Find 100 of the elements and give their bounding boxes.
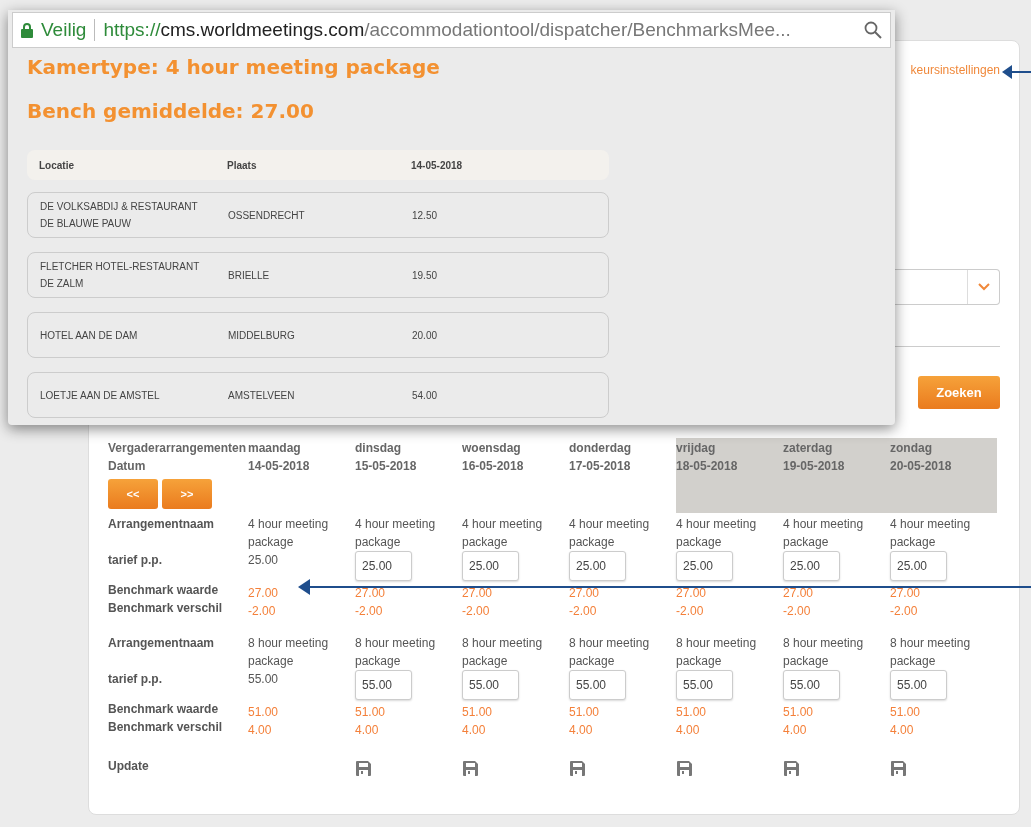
table-row[interactable]: HOTEL AAN DE DAM MIDDELBURG 20.00: [27, 312, 609, 358]
chevron-down-icon: [977, 283, 990, 291]
rate-input[interactable]: 25.00: [355, 551, 412, 581]
difference-value: -2.00: [676, 603, 705, 620]
difference-value: -2.00: [569, 603, 598, 620]
table-cell-text: 12.50: [412, 208, 438, 223]
average-value: Bench gemiddelde: 27.00: [27, 98, 315, 125]
package-name: 4 hour meeting package: [676, 516, 758, 551]
benchmark-value: 51.00: [248, 704, 280, 721]
benchmark-value: 27.00: [248, 585, 280, 602]
column-header: zondag 20-05-2018: [890, 438, 997, 513]
table-cell-text: AMSTELVEEN: [228, 388, 296, 403]
rate-input[interactable]: 25.00: [462, 551, 519, 581]
package-name: 4 hour meeting package: [783, 516, 865, 551]
difference-value: -2.00: [462, 603, 491, 620]
benchmark-value: 51.00: [783, 704, 815, 721]
package-name: 4 hour meeting package: [248, 516, 330, 551]
package-name: 8 hour meeting package: [569, 635, 651, 670]
annotation-arrow: [1002, 64, 1031, 80]
column-header: vrijdag 18-05-2018: [676, 438, 783, 513]
table-cell-text: DE VOLKSABDIJ & RESTAURANT DE BLAUWE PAUW: [39, 200, 199, 231]
benchmark-value: 51.00: [890, 704, 922, 721]
benchmark-value: 27.00: [355, 585, 387, 602]
rate-label: tarief p.p.: [108, 671, 163, 688]
difference-value: 4.00: [783, 722, 808, 739]
benchmark-value: 51.00: [462, 704, 494, 721]
table-cell-text: 20.00: [412, 328, 438, 343]
package-name-label: Arrangementnaam: [108, 516, 216, 533]
package-name-label: Arrangementnaam: [108, 635, 216, 652]
save-icon[interactable]: [890, 760, 907, 778]
package-name: 4 hour meeting package: [355, 516, 437, 551]
table-cell-text: FLETCHER HOTEL-RESTAURANT DE ZALM: [39, 260, 201, 291]
difference-value: -2.00: [355, 603, 384, 620]
package-name: 4 hour meeting package: [569, 516, 651, 551]
benchmark-value: 27.00: [676, 585, 708, 602]
difference-label: Benchmark verschil: [108, 600, 224, 617]
rate-input[interactable]: 55.00: [890, 670, 947, 700]
benchmark-label: Benchmark waarde: [108, 701, 220, 718]
benchmark-value: 51.00: [676, 704, 708, 721]
rate-input[interactable]: 55.00: [569, 670, 626, 700]
save-icon[interactable]: [462, 760, 479, 778]
grid-title: Vergaderarrangementen: [108, 440, 248, 457]
difference-value: -2.00: [890, 603, 919, 620]
table-cell-text: OSSENDRECHT: [228, 208, 306, 223]
column-header: maandag 14-05-2018: [248, 440, 311, 475]
table-cell-text: 54.00: [412, 388, 438, 403]
column-header: woensdag 16-05-2018: [462, 440, 525, 475]
address-bar[interactable]: Veilig https://cms.worldmeetings.com/accommodationtool/dispatcher/BenchmarksMee...: [12, 12, 891, 48]
date-label: Datum: [108, 458, 147, 475]
package-name: 4 hour meeting package: [462, 516, 544, 551]
save-icon[interactable]: [676, 760, 693, 778]
rate-input[interactable]: 25.00: [676, 551, 733, 581]
difference-value: -2.00: [783, 603, 812, 620]
table-cell-text: HOTEL AAN DE DAM: [39, 328, 139, 343]
rate-input[interactable]: 55.00: [355, 670, 412, 700]
secure-label: Veilig: [41, 17, 87, 42]
column-header: dinsdag 15-05-2018: [355, 440, 418, 475]
difference-value: 4.00: [462, 722, 487, 739]
table-row[interactable]: FLETCHER HOTEL-RESTAURANT DE ZALM BRIELLE 19.50: [27, 252, 609, 298]
benchmark-value: 27.00: [783, 585, 815, 602]
benchmark-value: 27.00: [569, 585, 601, 602]
difference-value: 4.00: [676, 722, 701, 739]
package-name: 8 hour meeting package: [783, 635, 865, 670]
column-header: 14-05-2018: [411, 158, 463, 173]
rate-input[interactable]: 25.00: [783, 551, 840, 581]
save-icon[interactable]: [569, 760, 586, 778]
save-icon[interactable]: [783, 760, 800, 778]
column-header: Plaats: [227, 158, 258, 173]
url-text: https://cms.worldmeetings.com/accommodationtool/dispatcher/BenchmarksMee...: [103, 17, 792, 42]
column-header: donderdag 17-05-2018: [569, 440, 632, 475]
table-cell-text: BRIELLE: [228, 268, 271, 283]
difference-value: 4.00: [355, 722, 380, 739]
rate-input[interactable]: 55.00: [462, 670, 519, 700]
rate-value: 25.00: [248, 553, 279, 567]
difference-value: 4.00: [890, 722, 915, 739]
save-icon[interactable]: [355, 760, 372, 778]
package-name: 8 hour meeting package: [248, 635, 330, 670]
table-row[interactable]: LOETJE AAN DE AMSTEL AMSTELVEEN 54.00: [27, 372, 609, 418]
search-icon[interactable]: [864, 21, 882, 39]
benchmark-value: 51.00: [355, 704, 387, 721]
difference-value: -2.00: [248, 603, 277, 620]
rate-input[interactable]: 55.00: [783, 670, 840, 700]
column-header: Locatie: [38, 158, 75, 173]
rate-input[interactable]: 55.00: [676, 670, 733, 700]
package-name: 8 hour meeting package: [462, 635, 544, 670]
difference-value: 4.00: [248, 722, 273, 739]
rate-value: 55.00: [248, 672, 279, 686]
benchmark-value: 51.00: [569, 704, 601, 721]
lock-icon: [21, 22, 33, 38]
difference-value: 4.00: [569, 722, 594, 739]
package-name: 8 hour meeting package: [890, 635, 972, 670]
benchmark-label: Benchmark waarde: [108, 582, 220, 599]
package-name: 4 hour meeting package: [890, 516, 972, 551]
rate-input[interactable]: 25.00: [569, 551, 626, 581]
benchmark-value: 27.00: [462, 585, 494, 602]
popup-title: Kamertype: 4 hour meeting package: [27, 54, 441, 81]
table-row[interactable]: DE VOLKSABDIJ & RESTAURANT DE BLAUWE PAUW OSSENDRECHT 12.50: [27, 192, 609, 238]
benchmark-value: 27.00: [890, 585, 922, 602]
column-header: zaterdag 19-05-2018: [783, 438, 890, 513]
rate-input[interactable]: 25.00: [890, 551, 947, 581]
